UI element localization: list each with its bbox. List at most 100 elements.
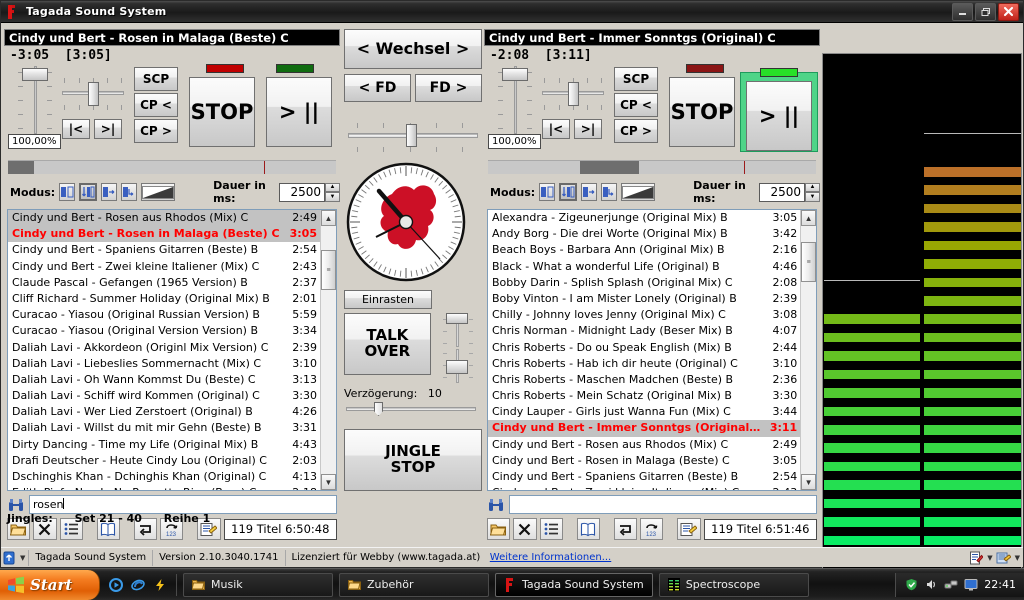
playlist-row[interactable]: Cindy und Bert - Zwei kleine Italiener (…: [488, 485, 800, 490]
deck-right-dauer-spinner[interactable]: 2500 ▲ ▼: [759, 183, 820, 202]
deck-left-dauer-input[interactable]: 2500: [279, 183, 325, 202]
dauer-increment-button[interactable]: ▲: [805, 183, 820, 193]
tray-volume-icon[interactable]: [924, 578, 938, 592]
playlist-row[interactable]: Chris Roberts - Maschen Madchen (Beste) …: [488, 372, 800, 388]
playlist-row[interactable]: Cliff Richard - Summer Holiday (Original…: [8, 291, 320, 307]
book-catalog-button[interactable]: [577, 518, 600, 540]
open-folder-button[interactable]: [487, 518, 510, 540]
dauer-increment-button[interactable]: ▲: [325, 183, 340, 193]
taskbar-button[interactable]: Zubehör: [339, 573, 489, 597]
sort-numeric-button[interactable]: 123: [640, 518, 663, 540]
einrasten-button[interactable]: Einrasten: [344, 290, 432, 309]
playlist-row[interactable]: Cindy und Bert - Rosen in Malaga (Beste)…: [488, 453, 800, 469]
verzoegerung-slider[interactable]: [344, 401, 482, 417]
deck-right-balance-slider[interactable]: [542, 74, 604, 114]
verzoegerung-slider-thumb[interactable]: [374, 402, 383, 416]
playlist-row[interactable]: Chris Roberts - Do ou Speak English (Mix…: [488, 340, 800, 356]
playlist-row[interactable]: Drafi Deutscher - Heute Cindy Lou (Origi…: [8, 453, 320, 469]
fade-curve-button[interactable]: [141, 183, 175, 201]
tray-network-icon[interactable]: [944, 578, 958, 592]
tray-shield-icon[interactable]: [904, 578, 918, 592]
deck-right-progress-bar[interactable]: [488, 160, 816, 174]
restore-button[interactable]: [975, 3, 996, 21]
winamp-quicklaunch-icon[interactable]: [152, 577, 168, 593]
deck-left-cue-start-button[interactable]: |<: [62, 119, 90, 139]
properties-button[interactable]: [677, 518, 700, 540]
mode-button-4[interactable]: [601, 183, 617, 201]
mode-button-2[interactable]: [559, 183, 577, 201]
deck-right-play-button[interactable]: > ||: [746, 81, 812, 151]
deck-right-cue-end-button[interactable]: >|: [574, 119, 602, 139]
playlist-row[interactable]: Chris Norman - Midnight Lady (Beser Mix)…: [488, 323, 800, 339]
deck-right-dauer-input[interactable]: 2500: [759, 183, 805, 202]
playlist-row[interactable]: Bobby Darin - Splish Splash (Original Mi…: [488, 275, 800, 291]
balance-slider-thumb[interactable]: [88, 82, 99, 106]
status-dropdown-caret[interactable]: ▼: [17, 554, 28, 562]
repeat-button[interactable]: [614, 518, 637, 540]
playlist-row[interactable]: Cindy Lauper - Girls just Wanna Fun (Mix…: [488, 404, 800, 420]
taskbar-clock[interactable]: 22:41: [984, 578, 1016, 591]
playlist-row[interactable]: Alexandra - Zigeunerjunge (Original Mix)…: [488, 210, 800, 226]
playlist-row[interactable]: Edith Piaf - Non Je Ne Regrette Rien (Ba…: [8, 485, 320, 490]
talkover-slider-2-thumb[interactable]: [446, 360, 468, 374]
deck-right-search-input[interactable]: [509, 495, 817, 514]
playlist-row[interactable]: Daliah Lavi - Wer Lied Zerstoert (Origin…: [8, 404, 320, 420]
scroll-up-button[interactable]: ▲: [801, 210, 816, 226]
deck-left-progress-bar[interactable]: [8, 160, 336, 174]
playlist-row[interactable]: Daliah Lavi - Akkordeon (Originl Mix Ver…: [8, 340, 320, 356]
playlist-row[interactable]: Black - What a wonderful Life (Original)…: [488, 259, 800, 275]
deck-right-scrollbar[interactable]: ▲ ▼ ≡: [800, 210, 816, 490]
deck-left-play-button[interactable]: > ||: [266, 77, 332, 147]
dauer-decrement-button[interactable]: ▼: [325, 192, 340, 202]
playlist-row[interactable]: Daliah Lavi - Liebeslies Sommernacht (Mi…: [8, 356, 320, 372]
wechsel-button[interactable]: < Wechsel >: [344, 29, 482, 69]
volume-slider-thumb[interactable]: [22, 68, 48, 81]
playlist-row[interactable]: Cindy und Bert - Zwei kleine Italiener (…: [8, 259, 320, 275]
playlist-row[interactable]: Boby Vinton - I am Mister Lonely (Origin…: [488, 291, 800, 307]
volume-slider-thumb[interactable]: [502, 68, 528, 81]
playlist-row[interactable]: Cindy und Bert - Rosen aus Rhodos (Mix) …: [8, 210, 320, 226]
playlist-row[interactable]: Andy Borg - Die drei Worte (Original Mix…: [488, 226, 800, 242]
deck-left-scp-button[interactable]: SCP: [134, 67, 178, 91]
deck-left-volume-slider[interactable]: [18, 66, 52, 134]
scroll-down-button[interactable]: ▼: [321, 474, 336, 490]
mode-button-1[interactable]: [59, 183, 75, 201]
deck-left-cp-prev-button[interactable]: CP <: [134, 93, 178, 117]
talkover-button[interactable]: TALK OVER: [344, 313, 431, 375]
playlist-row[interactable]: Curacao - Yiasou (Original Version Versi…: [8, 323, 320, 339]
playlist-row[interactable]: Claude Pascal - Gefangen (1965 Version) …: [8, 275, 320, 291]
crossfader-thumb[interactable]: [406, 124, 417, 147]
mode-button-1[interactable]: [539, 183, 555, 201]
dauer-decrement-button[interactable]: ▼: [805, 192, 820, 202]
deck-right-cp-next-button[interactable]: CP >: [614, 119, 658, 143]
clear-list-button[interactable]: [513, 518, 536, 540]
taskbar-button[interactable]: Musik: [183, 573, 333, 597]
settings-status-icon[interactable]: [996, 550, 1012, 566]
close-button[interactable]: [998, 3, 1019, 21]
deck-right-volume-slider[interactable]: [498, 66, 532, 134]
playlist-row[interactable]: Beach Boys - Barbara Ann (Original Mix) …: [488, 242, 800, 258]
more-info-link[interactable]: Weitere Informationen...: [490, 552, 611, 563]
deck-right-scp-button[interactable]: SCP: [614, 67, 658, 91]
deck-left-dauer-spinner[interactable]: 2500 ▲ ▼: [279, 183, 340, 202]
deck-left-cue-end-button[interactable]: >|: [94, 119, 122, 139]
upload-status-icon[interactable]: [1, 550, 17, 566]
edit-note-icon[interactable]: [968, 550, 984, 566]
tray-display-icon[interactable]: [964, 578, 978, 592]
internet-explorer-quicklaunch-icon[interactable]: [130, 577, 146, 593]
deck-left-balance-slider[interactable]: [62, 74, 124, 114]
playlist-row[interactable]: Daliah Lavi - Schiff wird Kommen (Origin…: [8, 388, 320, 404]
deck-right-playlist[interactable]: Alexandra - Zigeunerjunge (Original Mix)…: [487, 209, 817, 491]
playlist-row[interactable]: Chris Roberts - Hab ich dir heute (Origi…: [488, 356, 800, 372]
balance-slider-thumb[interactable]: [568, 82, 579, 106]
playlist-row[interactable]: Chris Roberts - Mein Schatz (Original Mi…: [488, 388, 800, 404]
playlist-row[interactable]: Dirty Dancing - Time my Life (Original M…: [8, 437, 320, 453]
playlist-row[interactable]: Cindy und Bert - Rosen aus Rhodos (Mix) …: [488, 437, 800, 453]
list-view-button[interactable]: [540, 518, 563, 540]
fade-left-button[interactable]: < FD: [344, 74, 411, 102]
mode-button-3[interactable]: [581, 183, 597, 201]
taskbar-button[interactable]: Spectroscope: [659, 573, 809, 597]
mode-button-3[interactable]: [101, 183, 117, 201]
scrollbar-thumb[interactable]: ≡: [801, 242, 816, 282]
deck-left-stop-button[interactable]: STOP: [189, 77, 255, 147]
